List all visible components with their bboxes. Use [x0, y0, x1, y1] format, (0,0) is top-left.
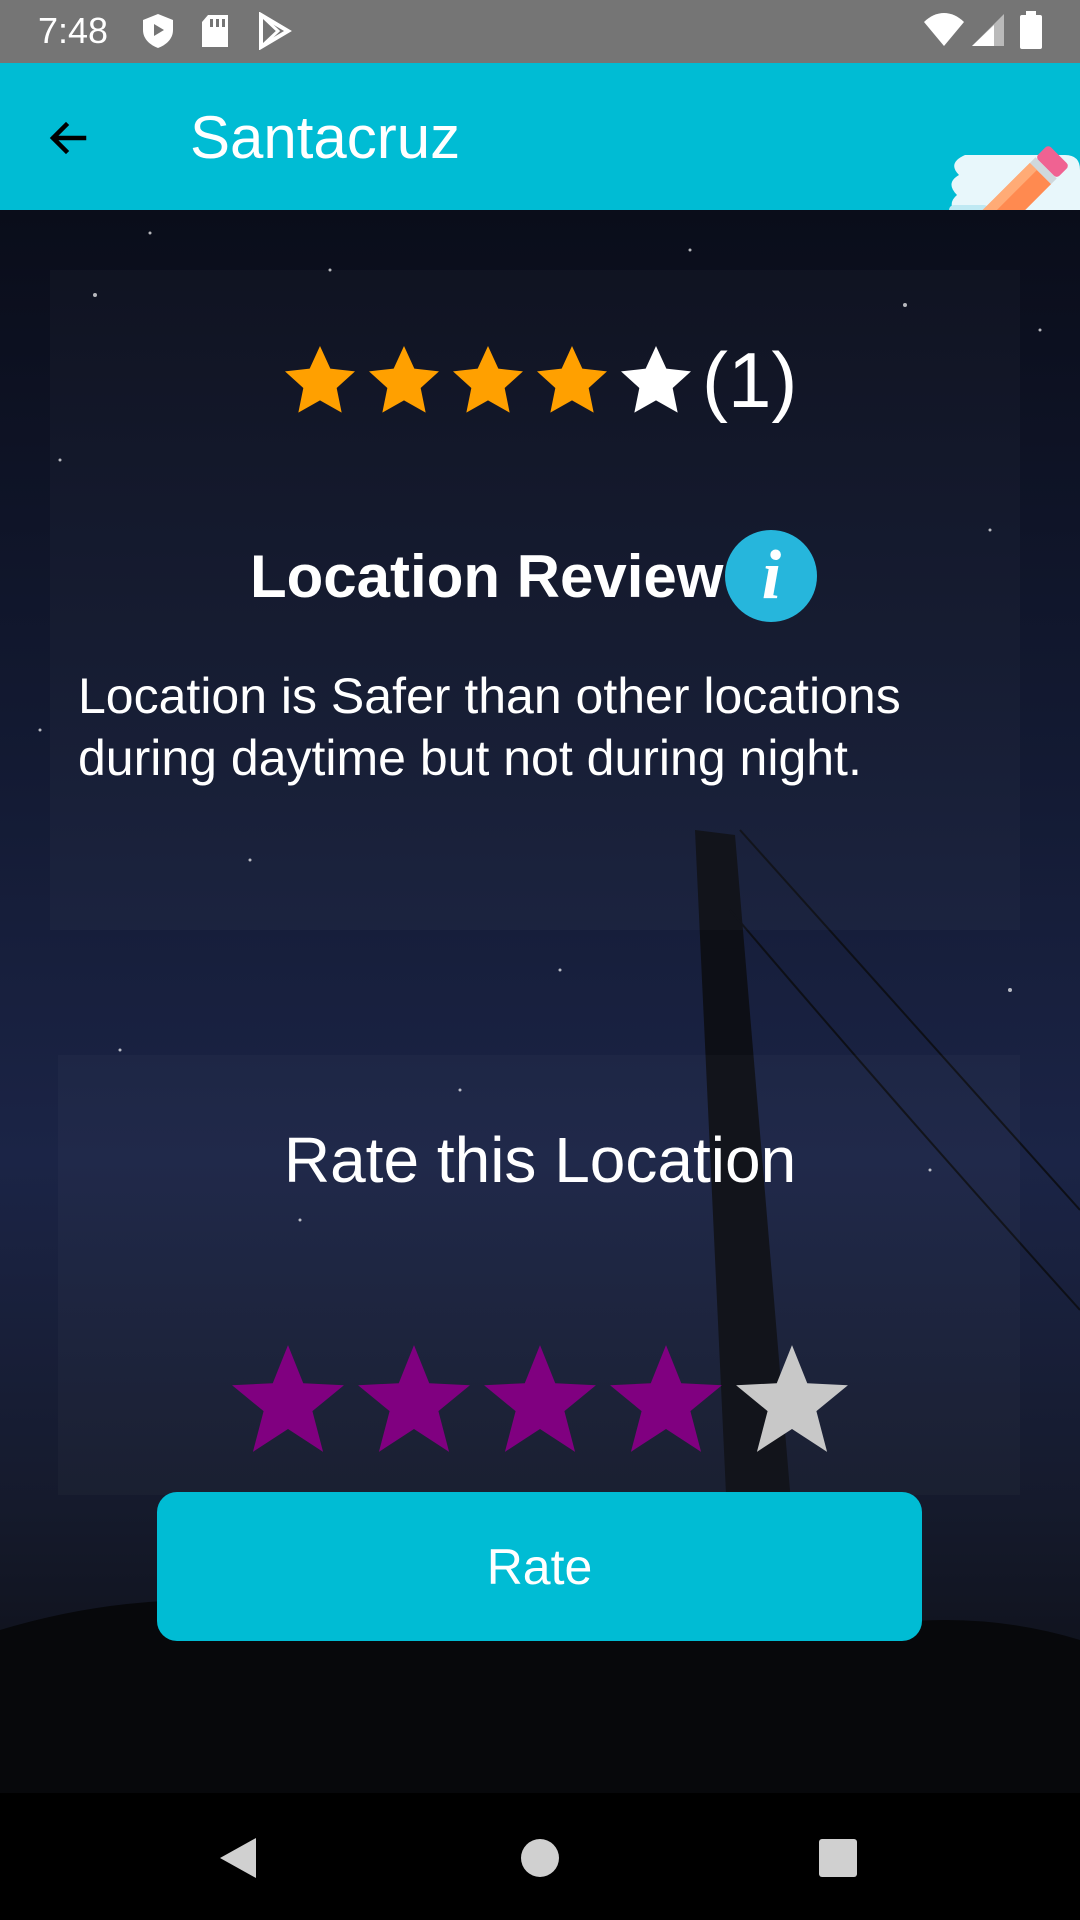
- rate-heading: Rate this Location: [283, 1124, 797, 1196]
- back-button[interactable]: [28, 103, 108, 173]
- nav-back-button[interactable]: [208, 1828, 268, 1888]
- arrow-left-icon: [49, 121, 87, 155]
- navigation-bar: [0, 1793, 1080, 1920]
- nav-recents-button[interactable]: [808, 1828, 868, 1888]
- star-filled-icon: [369, 345, 439, 413]
- star-filled-icon: [285, 345, 355, 413]
- rate-star-1[interactable]: [225, 1340, 351, 1462]
- home-circle-icon: [521, 1839, 559, 1877]
- review-header: Location Review i: [250, 530, 818, 622]
- back-triangle-icon: [220, 1838, 256, 1878]
- sd-card-icon: [202, 15, 228, 47]
- star-filled-icon: [453, 345, 523, 413]
- rate-button[interactable]: Rate: [157, 1492, 922, 1641]
- nav-home-button[interactable]: [510, 1828, 570, 1888]
- rate-star-5[interactable]: [729, 1340, 855, 1462]
- status-bar: 7:48: [0, 0, 1080, 63]
- recents-square-icon: [819, 1839, 857, 1877]
- rate-star-4[interactable]: [603, 1340, 729, 1462]
- main-content: (1) Location Review i Location is Safer …: [0, 210, 1080, 1793]
- star-filled-icon: [537, 345, 607, 413]
- rating-count: (1): [702, 336, 798, 424]
- status-time: 7:48: [38, 10, 109, 51]
- overall-rating: (1): [278, 335, 797, 426]
- review-text: Location is Safer than other locations d…: [78, 668, 901, 786]
- battery-icon: [1020, 11, 1042, 49]
- wifi-icon: [924, 13, 964, 46]
- rate-star-3[interactable]: [477, 1340, 603, 1462]
- shield-icon: [143, 14, 173, 48]
- rating-bar[interactable]: [225, 1340, 855, 1462]
- page-title: Santacruz: [190, 104, 461, 171]
- info-icon[interactable]: i: [725, 530, 818, 622]
- app-bar: Santacruz: [0, 63, 1080, 256]
- star-empty-icon: [621, 345, 691, 413]
- rate-star-2[interactable]: [351, 1340, 477, 1462]
- review-title: Location Review: [250, 542, 724, 610]
- play-store-icon: [259, 12, 292, 50]
- signal-icon: [972, 14, 1004, 46]
